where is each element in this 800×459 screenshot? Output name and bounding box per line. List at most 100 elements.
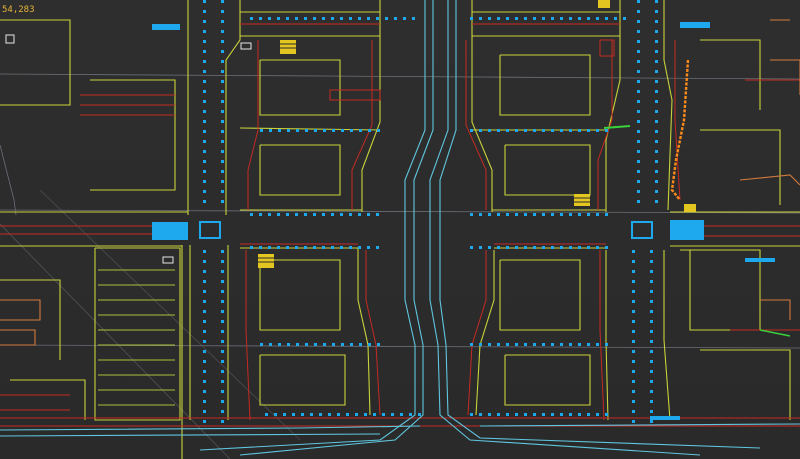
crosswalk-dot — [203, 390, 206, 393]
selected-path[interactable] — [670, 59, 690, 201]
crosswalk-dot — [314, 129, 317, 132]
crosswalk-dot — [364, 413, 367, 416]
crosswalk-dot — [221, 370, 224, 373]
crosswalk-dot — [470, 213, 473, 216]
crosswalk-dot — [332, 343, 335, 346]
crosswalk-dot — [203, 370, 206, 373]
crosswalk-dot — [623, 17, 626, 20]
crosswalk-dot — [560, 17, 563, 20]
crosswalk-dot — [497, 17, 500, 20]
crosswalk-dot — [650, 280, 653, 283]
crosswalk-dot — [650, 260, 653, 263]
crosswalk-dot — [221, 270, 224, 273]
crosswalk-dot — [542, 17, 545, 20]
crosswalk-dot — [221, 180, 224, 183]
crosswalk-dot — [203, 70, 206, 73]
crosswalk-dot — [479, 343, 482, 346]
crosswalk-dot — [542, 213, 545, 216]
crosswalk-dot — [418, 413, 421, 416]
crosswalk-dot — [260, 129, 263, 132]
crosswalk-dot — [286, 17, 289, 20]
crosswalk-dot — [470, 413, 473, 416]
crosswalk-dot — [632, 360, 635, 363]
crosswalk-dot — [203, 200, 206, 203]
crosswalk-dot — [488, 129, 491, 132]
crosswalk-dot — [569, 129, 572, 132]
crosswalk-dot — [221, 420, 224, 423]
crosswalk-dot — [479, 246, 482, 249]
crosswalk-dot — [596, 129, 599, 132]
crosswalk-dot — [221, 300, 224, 303]
crosswalk-dot — [524, 413, 527, 416]
crosswalk-dot — [203, 180, 206, 183]
crosswalk-dot — [605, 343, 608, 346]
crosswalk-dot — [221, 340, 224, 343]
crosswalk-dot — [650, 310, 653, 313]
crosswalk-dot — [221, 90, 224, 93]
crosswalk-dot — [259, 246, 262, 249]
crosswalk-dot — [221, 0, 224, 3]
crosswalk-dot — [295, 213, 298, 216]
crosswalk-dot — [560, 246, 563, 249]
crosswalk-dot — [655, 50, 658, 53]
grid-layer — [0, 73, 800, 459]
crosswalk-dot — [350, 343, 353, 346]
crosswalk-dot — [524, 17, 527, 20]
crosswalk-dot — [277, 17, 280, 20]
crosswalk-dot — [269, 343, 272, 346]
crosswalk-dot — [632, 270, 635, 273]
hd-map-canvas[interactable] — [0, 0, 800, 459]
crosswalk-dot — [203, 140, 206, 143]
crosswalk-dot — [203, 170, 206, 173]
crosswalk-dot — [614, 17, 617, 20]
crosswalk-dot — [221, 130, 224, 133]
crosswalk-dot — [250, 246, 253, 249]
crosswalk-dot — [259, 17, 262, 20]
crosswalk-dot — [637, 150, 640, 153]
crosswalk-dot — [506, 129, 509, 132]
crosswalk-dot — [221, 80, 224, 83]
crosswalk-dot — [655, 170, 658, 173]
crosswalk-dot — [322, 17, 325, 20]
trajectory-segment — [603, 125, 631, 129]
crosswalk-dot — [650, 390, 653, 393]
crosswalk-dot — [203, 80, 206, 83]
crosswalk-dot — [340, 213, 343, 216]
crosswalk-dot — [551, 129, 554, 132]
crosswalk-dot — [301, 413, 304, 416]
crosswalk-dot — [524, 213, 527, 216]
crosswalk-dot — [637, 160, 640, 163]
crosswalk-dot — [323, 343, 326, 346]
crosswalk-dot — [479, 129, 482, 132]
crosswalk-dot — [637, 40, 640, 43]
crosswalk-dot — [551, 413, 554, 416]
crosswalk-dot — [265, 413, 268, 416]
crosswalk-dot — [551, 17, 554, 20]
crosswalk-dot — [637, 30, 640, 33]
crosswalk-dot — [479, 17, 482, 20]
crosswalk-dot — [655, 70, 658, 73]
crosswalk-dot — [524, 246, 527, 249]
crosswalk-dot — [322, 213, 325, 216]
crosswalk-dot — [203, 400, 206, 403]
crosswalk-dot — [587, 246, 590, 249]
crosswalk-dot — [632, 310, 635, 313]
crosswalk-dot — [560, 129, 563, 132]
crosswalk-dot — [304, 246, 307, 249]
crosswalk-dot — [203, 0, 206, 3]
map-viewport[interactable]: 54,283 — [0, 0, 800, 459]
crosswalk-dot — [560, 213, 563, 216]
crosswalk-dot — [221, 280, 224, 283]
crosswalk-dot — [542, 129, 545, 132]
crosswalk-dot — [349, 17, 352, 20]
parking-stripes — [98, 269, 175, 406]
crosswalk-dot — [578, 17, 581, 20]
crosswalk-dot — [655, 140, 658, 143]
crosswalk-dot — [650, 360, 653, 363]
crosswalk-dot — [385, 17, 388, 20]
crosswalk-dot — [655, 40, 658, 43]
crosswalk-dot — [506, 413, 509, 416]
crosswalk-dot — [382, 413, 385, 416]
crosswalk-dot — [221, 310, 224, 313]
crosswalk-dot — [632, 410, 635, 413]
